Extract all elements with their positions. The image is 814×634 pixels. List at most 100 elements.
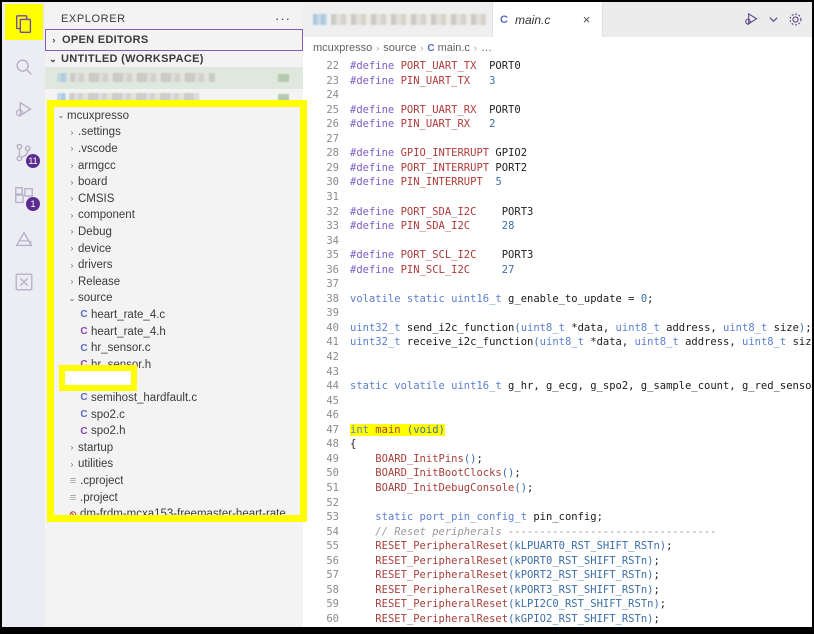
- breadcrumb-item-symbol[interactable]: …: [481, 42, 492, 54]
- editor-group: C main.c ×: [303, 2, 812, 627]
- chevron-right-icon[interactable]: ›: [66, 244, 78, 253]
- tree-item-hr-sensor-c[interactable]: Chr_sensor.c: [45, 340, 303, 357]
- editor-tab-redacted[interactable]: [303, 2, 493, 37]
- tree-item--cproject[interactable]: ≡.cproject: [45, 473, 303, 490]
- tree-item-heart-rate-4-c[interactable]: Cheart_rate_4.c: [45, 307, 303, 324]
- tree-item-device[interactable]: ›device: [45, 240, 303, 257]
- line-number: 53: [303, 511, 339, 523]
- tree-item-label: heart_rate_4.c: [91, 309, 165, 321]
- chevron-right-icon[interactable]: ›: [66, 161, 78, 170]
- chevron-right-icon[interactable]: ›: [66, 277, 78, 286]
- tree-item-release[interactable]: ›Release: [45, 274, 303, 291]
- run-or-debug-button[interactable]: [738, 7, 764, 33]
- line-number: 28: [303, 147, 339, 159]
- breadcrumb-item-mcuxpresso[interactable]: mcuxpresso: [313, 42, 372, 54]
- code-editor[interactable]: 22#define PORT_UART_TX PORT023#define PI…: [303, 59, 812, 627]
- code-token: PORT0: [476, 104, 520, 116]
- redacted-workspace-folder-1[interactable]: [45, 67, 303, 89]
- code-line[interactable]: #define PORT_UART_TX PORT0: [350, 60, 521, 72]
- tree-item-cmsis[interactable]: ›CMSIS: [45, 191, 303, 208]
- code-line[interactable]: int main (void): [350, 424, 445, 436]
- tree-item-armgcc[interactable]: ›armgcc: [45, 157, 303, 174]
- code-line[interactable]: RESET_PeripheralReset(kLPI2C0_RST_SHIFT_…: [350, 598, 666, 610]
- code-line[interactable]: #define GPIO_INTERRUPT GPIO2: [350, 147, 527, 159]
- code-line[interactable]: #define PORT_UART_RX PORT0: [350, 104, 521, 116]
- code-token: main: [375, 424, 400, 436]
- chevron-right-icon[interactable]: ›: [66, 227, 78, 236]
- code-line[interactable]: #define PIN_INTERRUPT 5: [350, 176, 502, 188]
- chevron-right-icon[interactable]: ›: [66, 443, 78, 452]
- run-dropdown-chevron[interactable]: [766, 7, 780, 33]
- code-line[interactable]: BOARD_InitPins();: [350, 453, 483, 465]
- tree-item-heart-rate-4-h[interactable]: Cheart_rate_4.h: [45, 323, 303, 340]
- tree-item-semihost-hardfault-c[interactable]: Csemihost_hardfault.c: [45, 390, 303, 407]
- code-token: GPIO_INTERRUPT: [401, 147, 490, 159]
- tree-item-dm-frdm-mcxa153-freemaster-heart-rate-linkser[interactable]: ⦸dm-frdm-mcxa153-freemaster-heart-rate L…: [45, 506, 303, 523]
- chevron-right-icon[interactable]: ›: [66, 261, 78, 270]
- tree-item-startup[interactable]: ›startup: [45, 440, 303, 457]
- editor-tab-main-c[interactable]: C main.c ×: [493, 2, 603, 37]
- activity-item-explorer[interactable]: [2, 2, 45, 45]
- screenshot-root: 11 1: [0, 0, 814, 634]
- code-line[interactable]: #define PIN_UART_RX 2: [350, 118, 495, 130]
- code-line[interactable]: BOARD_InitDebugConsole();: [350, 482, 533, 494]
- line-number: 56: [303, 555, 339, 567]
- tree-item-main-c[interactable]: Cmain.c: [45, 373, 303, 390]
- activity-item-extensions[interactable]: 1: [2, 174, 45, 217]
- tree-item-board[interactable]: ›board: [45, 174, 303, 191]
- code-line[interactable]: #define PORT_INTERRUPT PORT2: [350, 162, 527, 174]
- code-line[interactable]: // Reset peripherals -------------------…: [350, 526, 717, 538]
- tree-item-component[interactable]: ›component: [45, 207, 303, 224]
- code-line[interactable]: {: [350, 438, 356, 450]
- code-line[interactable]: RESET_PeripheralReset(kPORT0_RST_SHIFT_R…: [350, 555, 660, 567]
- activity-item-run-debug[interactable]: [2, 88, 45, 131]
- chevron-right-icon[interactable]: ›: [66, 144, 78, 153]
- tree-item-hr-sensor-h[interactable]: Chr_sensor.h: [45, 357, 303, 374]
- code-line[interactable]: uint32_t send_i2c_function(uint8_t *data…: [350, 322, 812, 334]
- code-token: PORT_UART_TX: [401, 60, 477, 72]
- tree-item-mcuxpresso[interactable]: ⌄mcuxpresso: [45, 108, 303, 125]
- chevron-down-icon[interactable]: ⌄: [66, 294, 78, 303]
- code-line[interactable]: BOARD_InitBootClocks();: [350, 467, 521, 479]
- chevron-right-icon[interactable]: ›: [66, 194, 78, 203]
- code-line[interactable]: RESET_PeripheralReset(kLPUART0_RST_SHIFT…: [350, 540, 672, 552]
- sidebar-more-actions-icon[interactable]: ···: [275, 11, 291, 26]
- chevron-right-icon[interactable]: ›: [66, 460, 78, 469]
- activity-item-search[interactable]: [2, 45, 45, 88]
- tree-item--project[interactable]: ≡.project: [45, 489, 303, 506]
- code-line[interactable]: RESET_PeripheralReset(kPORT3_RST_SHIFT_R…: [350, 584, 660, 596]
- tree-item--settings[interactable]: ›.settings: [45, 124, 303, 141]
- code-line[interactable]: static port_pin_config_t pin_config;: [350, 511, 603, 523]
- code-line[interactable]: #define PORT_SCL_I2C PORT3: [350, 249, 533, 261]
- code-line[interactable]: RESET_PeripheralReset(kPORT2_RST_SHIFT_R…: [350, 569, 660, 581]
- editor-vertical-scrollbar[interactable]: [802, 59, 812, 627]
- activity-item-x-extension[interactable]: [2, 260, 45, 303]
- breadcrumb-item-source[interactable]: source: [383, 42, 416, 54]
- tree-item-drivers[interactable]: ›drivers: [45, 257, 303, 274]
- code-line[interactable]: #define PORT_SDA_I2C PORT3: [350, 206, 533, 218]
- activity-item-source-control[interactable]: 11: [2, 131, 45, 174]
- breadcrumb-item-main-c[interactable]: main.c: [438, 42, 470, 54]
- chevron-right-icon[interactable]: ›: [66, 128, 78, 137]
- chevron-right-icon[interactable]: ›: [66, 178, 78, 187]
- tree-item-spo2-h[interactable]: Cspo2.h: [45, 423, 303, 440]
- tree-item-debug[interactable]: ›Debug: [45, 224, 303, 241]
- code-line[interactable]: #define PIN_UART_TX 3: [350, 75, 495, 87]
- code-line[interactable]: RESET_PeripheralReset(kGPIO2_RST_SHIFT_R…: [350, 613, 660, 625]
- tree-item-utilities[interactable]: ›utilities: [45, 456, 303, 473]
- settings-gear-button[interactable]: [782, 7, 808, 33]
- close-icon[interactable]: ×: [579, 13, 594, 28]
- code-token: *data,: [584, 336, 635, 348]
- chevron-right-icon[interactable]: ›: [66, 211, 78, 220]
- tree-item--vscode[interactable]: ›.vscode: [45, 141, 303, 158]
- chevron-down-icon[interactable]: ⌄: [55, 111, 67, 120]
- tree-item-spo2-c[interactable]: Cspo2.c: [45, 406, 303, 423]
- tree-item-source[interactable]: ⌄source: [45, 290, 303, 307]
- redacted-workspace-folder-2[interactable]: [45, 87, 303, 109]
- code-line[interactable]: #define PIN_SDA_I2C 28: [350, 220, 514, 232]
- activity-item-mcuxpresso[interactable]: [2, 217, 45, 260]
- code-line[interactable]: static volatile uint16_t g_hr, g_ecg, g_…: [350, 380, 812, 392]
- code-line[interactable]: #define PIN_SCL_I2C 27: [350, 264, 514, 276]
- code-line[interactable]: uint32_t receive_i2c_function(uint8_t *d…: [350, 336, 812, 348]
- code-line[interactable]: volatile static uint16_t g_enable_to_upd…: [350, 293, 653, 305]
